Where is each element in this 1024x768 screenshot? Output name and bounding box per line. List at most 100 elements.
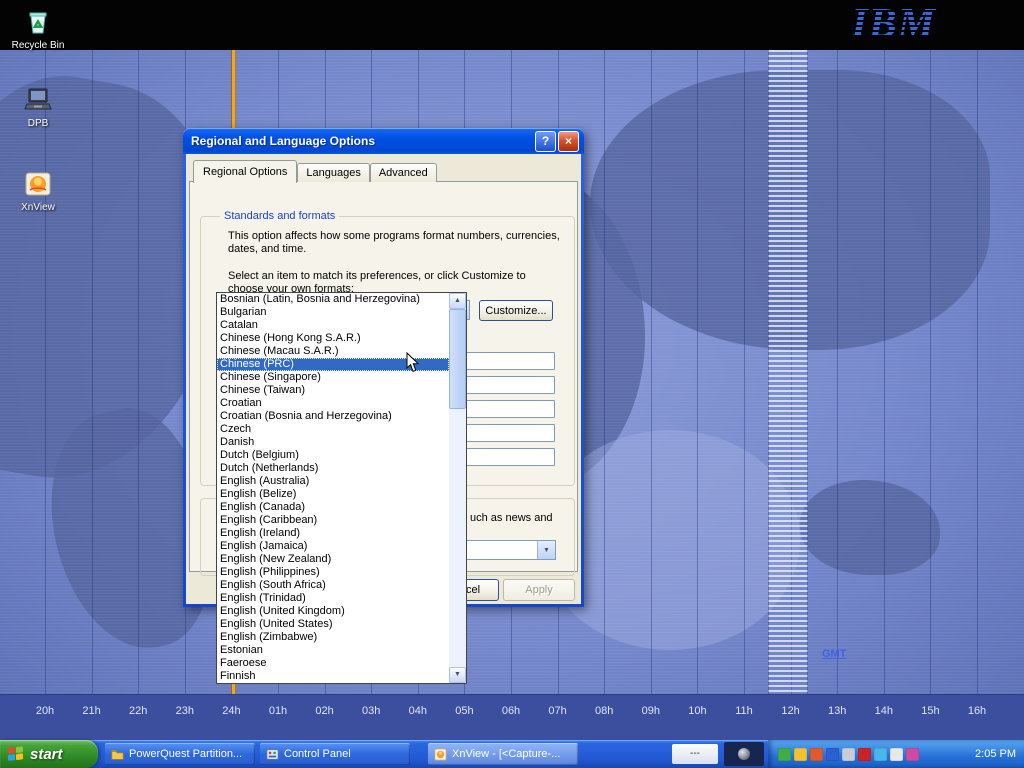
tray-icon[interactable] bbox=[794, 748, 807, 761]
hour-label-band bbox=[0, 694, 1024, 740]
timezone-line bbox=[930, 50, 931, 695]
language-option[interactable]: English (New Zealand) bbox=[217, 553, 449, 566]
language-option[interactable]: English (Caribbean) bbox=[217, 514, 449, 527]
language-option[interactable]: English (United States) bbox=[217, 618, 449, 631]
start-button[interactable]: start bbox=[0, 740, 98, 768]
timezone-line bbox=[744, 50, 745, 695]
timezone-label: 09h bbox=[642, 705, 660, 717]
tab-advanced[interactable]: Advanced bbox=[370, 163, 437, 182]
mouse-cursor bbox=[406, 352, 420, 378]
timezone-label: 11h bbox=[735, 705, 753, 717]
timezone-label: 21h bbox=[82, 705, 100, 717]
start-button-label: start bbox=[30, 746, 63, 763]
language-option[interactable]: Danish bbox=[217, 436, 449, 449]
close-button[interactable]: × bbox=[558, 131, 579, 152]
scrollbar[interactable]: ▲ ▼ bbox=[449, 293, 466, 683]
language-option[interactable]: Croatian (Bosnia and Herzegovina) bbox=[217, 410, 449, 423]
desktop-icon-recycle-bin[interactable]: Recycle Bin bbox=[6, 6, 70, 51]
tray-icon[interactable] bbox=[810, 748, 823, 761]
tray-icon[interactable] bbox=[906, 748, 919, 761]
scrollbar-thumb[interactable] bbox=[449, 309, 466, 409]
language-option[interactable]: Bosnian (Latin, Bosnia and Herzegovina) bbox=[217, 293, 449, 306]
language-option[interactable]: English (Zimbabwe) bbox=[217, 631, 449, 644]
language-option[interactable]: English (Philippines) bbox=[217, 566, 449, 579]
language-option[interactable]: English (Belize) bbox=[217, 488, 449, 501]
language-option[interactable]: English (Australia) bbox=[217, 475, 449, 488]
language-option[interactable]: English (United Kingdom) bbox=[217, 605, 449, 618]
desktop-icon-dpb[interactable]: DPB bbox=[6, 84, 70, 129]
language-option[interactable]: Chinese (Hong Kong S.A.R.) bbox=[217, 332, 449, 345]
standards-description: This option affects how some programs fo… bbox=[228, 230, 560, 256]
recycle-bin-icon bbox=[22, 6, 54, 38]
taskbar-toolbar-segment[interactable] bbox=[724, 742, 764, 766]
timezone-label: 15h bbox=[921, 705, 939, 717]
location-text-fragment: uch as news and bbox=[470, 512, 553, 524]
dateline-band bbox=[768, 50, 808, 695]
taskbar-button-xnview[interactable]: XnView - [<Capture-... bbox=[428, 743, 578, 765]
tray-icon[interactable] bbox=[826, 748, 839, 761]
system-tray: 2:05 PM bbox=[768, 740, 1024, 768]
chevron-down-icon[interactable]: ▼ bbox=[537, 541, 555, 559]
timezone-label: 06h bbox=[502, 705, 520, 717]
language-option[interactable]: Croatian bbox=[217, 397, 449, 410]
timezone-label: 14h bbox=[875, 705, 893, 717]
language-option[interactable]: Czech bbox=[217, 423, 449, 436]
tray-icon[interactable] bbox=[874, 748, 887, 761]
desktop-icon-label: XnView bbox=[6, 202, 70, 213]
language-option[interactable]: Estonian bbox=[217, 644, 449, 657]
timezone-label: 16h bbox=[968, 705, 986, 717]
language-option[interactable]: English (Trinidad) bbox=[217, 592, 449, 605]
language-option[interactable]: English (South Africa) bbox=[217, 579, 449, 592]
timezone-label: 07h bbox=[548, 705, 566, 717]
scroll-up-icon[interactable]: ▲ bbox=[449, 293, 466, 309]
language-option[interactable]: English (Canada) bbox=[217, 501, 449, 514]
xnview-icon bbox=[433, 748, 448, 761]
timezone-label: 24h bbox=[222, 705, 240, 717]
timezone-line bbox=[138, 50, 139, 695]
desktop-icon-label: DPB bbox=[6, 118, 70, 129]
taskbar-clock[interactable]: 2:05 PM bbox=[969, 748, 1016, 760]
timezone-label: 05h bbox=[455, 705, 473, 717]
language-option[interactable]: Dutch (Netherlands) bbox=[217, 462, 449, 475]
language-option[interactable]: Catalan bbox=[217, 319, 449, 332]
desktop-icon-label: Recycle Bin bbox=[6, 40, 70, 51]
language-option[interactable]: English (Jamaica) bbox=[217, 540, 449, 553]
language-option[interactable]: Chinese (Taiwan) bbox=[217, 384, 449, 397]
xnview-icon bbox=[22, 168, 54, 200]
scroll-down-icon[interactable]: ▼ bbox=[449, 667, 466, 683]
language-option[interactable]: Faeroese bbox=[217, 657, 449, 670]
window-titlebar[interactable]: Regional and Language Options ? × bbox=[183, 128, 584, 154]
gmt-label: GMT bbox=[822, 648, 846, 660]
tab-regional-options[interactable]: Regional Options bbox=[193, 160, 297, 183]
taskbar-toolbar-button[interactable]: --- bbox=[672, 744, 718, 764]
help-button[interactable]: ? bbox=[535, 131, 556, 152]
language-option[interactable]: Bulgarian bbox=[217, 306, 449, 319]
tray-icon[interactable] bbox=[842, 748, 855, 761]
taskbar-button-control-panel[interactable]: Control Panel bbox=[260, 743, 410, 765]
desktop: 20h21h22h23h24h01h02h03h04h05h06h07h08h0… bbox=[0, 0, 1024, 768]
timezone-label: 23h bbox=[176, 705, 194, 717]
language-option[interactable]: Finnish bbox=[217, 670, 449, 683]
timezone-label: 10h bbox=[688, 705, 706, 717]
tray-icon[interactable] bbox=[890, 748, 903, 761]
timezone-label: 08h bbox=[595, 705, 613, 717]
language-option[interactable]: Dutch (Belgium) bbox=[217, 449, 449, 462]
control-panel-icon bbox=[265, 748, 280, 761]
tab-strip: Regional Options Languages Advanced bbox=[193, 160, 437, 182]
apply-button[interactable]: Apply bbox=[503, 579, 575, 601]
ibm-logo: IBM bbox=[851, 2, 936, 46]
tray-icon[interactable] bbox=[858, 748, 871, 761]
taskbar-button-label: XnView - [<Capture-... bbox=[452, 748, 560, 760]
timezone-label: 22h bbox=[129, 705, 147, 717]
language-option[interactable]: English (Ireland) bbox=[217, 527, 449, 540]
desktop-icon-xnview[interactable]: XnView bbox=[6, 168, 70, 213]
taskbar: start PowerQuest Partition... Control Pa… bbox=[0, 740, 1024, 768]
standards-group-title: Standards and formats bbox=[220, 210, 339, 222]
taskbar-button-powerquest[interactable]: PowerQuest Partition... bbox=[105, 743, 255, 765]
customize-button[interactable]: Customize... bbox=[479, 300, 553, 321]
tray-icon[interactable] bbox=[778, 748, 791, 761]
tab-languages[interactable]: Languages bbox=[297, 163, 369, 182]
timezone-line bbox=[92, 50, 93, 695]
language-dropdown-list: Bosnian (Latin, Bosnia and Herzegovina)B… bbox=[216, 292, 467, 684]
laptop-icon bbox=[22, 84, 54, 116]
